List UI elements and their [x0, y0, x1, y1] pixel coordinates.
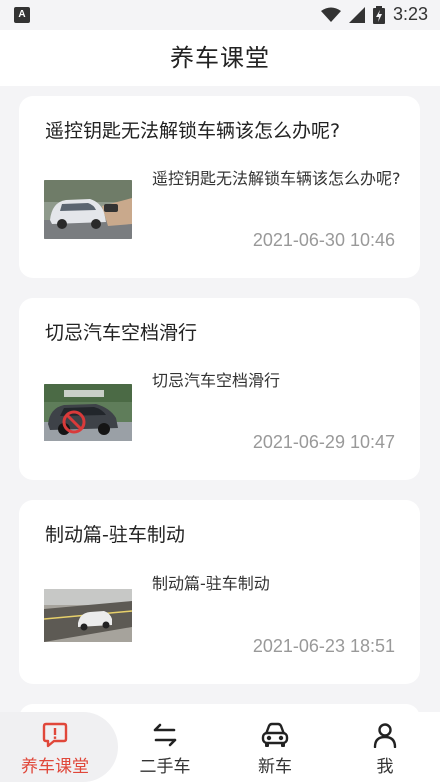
- article-summary: 遥控钥匙无法解锁车辆该怎么办呢?: [152, 169, 401, 188]
- tab-label: 二手车: [139, 757, 191, 777]
- person-icon: [373, 723, 397, 748]
- status-bar: A 3:23: [0, 0, 440, 30]
- tab-label: 养车课堂: [21, 757, 89, 777]
- battery-icon: [372, 5, 385, 24]
- status-indicators: 3:23: [320, 4, 428, 25]
- article-thumbnail: [44, 180, 132, 239]
- tab-new-car[interactable]: 新车: [220, 712, 330, 782]
- article-thumbnail: [44, 589, 132, 648]
- article-card[interactable]: 遥控钥匙无法解锁车辆该怎么办呢? 遥控钥匙无法解锁车辆该怎么办呢? 2021-0…: [19, 96, 420, 278]
- article-card[interactable]: 制动篇-驻车制动 制动篇-驻车制动 2021-06-23 18:51: [19, 500, 420, 684]
- tab-label: 新车: [258, 757, 292, 777]
- car-neutral-photo-icon: [44, 384, 132, 441]
- alert-message-icon: [42, 722, 68, 748]
- article-date: 2021-06-29 10:47: [252, 432, 395, 452]
- article-date: 2021-06-23 18:51: [252, 636, 395, 656]
- article-thumbnail: [44, 384, 132, 443]
- wifi-icon: [320, 7, 341, 22]
- status-time: 3:23: [392, 4, 428, 24]
- article-date: 2021-06-30 10:46: [252, 230, 395, 250]
- tab-label: 我: [376, 757, 394, 777]
- page-title: 养车课堂: [170, 44, 270, 72]
- article-card[interactable]: 切忌汽车空档滑行 切忌汽车空档滑行 2021-06-29 10:47: [19, 298, 420, 480]
- bottom-tab-bar: 养车课堂 二手车 新车 我: [0, 712, 440, 782]
- signal-icon: [348, 6, 365, 23]
- page-header: 养车课堂: [0, 30, 440, 86]
- article-title: 制动篇-驻车制动: [45, 524, 185, 546]
- car-front-icon: [261, 722, 289, 747]
- tab-used-car[interactable]: 二手车: [110, 712, 220, 782]
- article-title: 遥控钥匙无法解锁车辆该怎么办呢?: [45, 120, 341, 142]
- article-title: 切忌汽车空档滑行: [45, 322, 198, 344]
- app-notification-icon: A: [14, 7, 30, 23]
- parked-car-photo-icon: [44, 589, 132, 642]
- tab-me[interactable]: 我: [330, 712, 440, 782]
- car-key-photo-icon: [44, 180, 132, 239]
- article-summary: 制动篇-驻车制动: [152, 574, 270, 593]
- swap-arrows-icon: [153, 723, 177, 747]
- article-summary: 切忌汽车空档滑行: [152, 371, 281, 390]
- tab-car-class[interactable]: 养车课堂: [0, 712, 110, 782]
